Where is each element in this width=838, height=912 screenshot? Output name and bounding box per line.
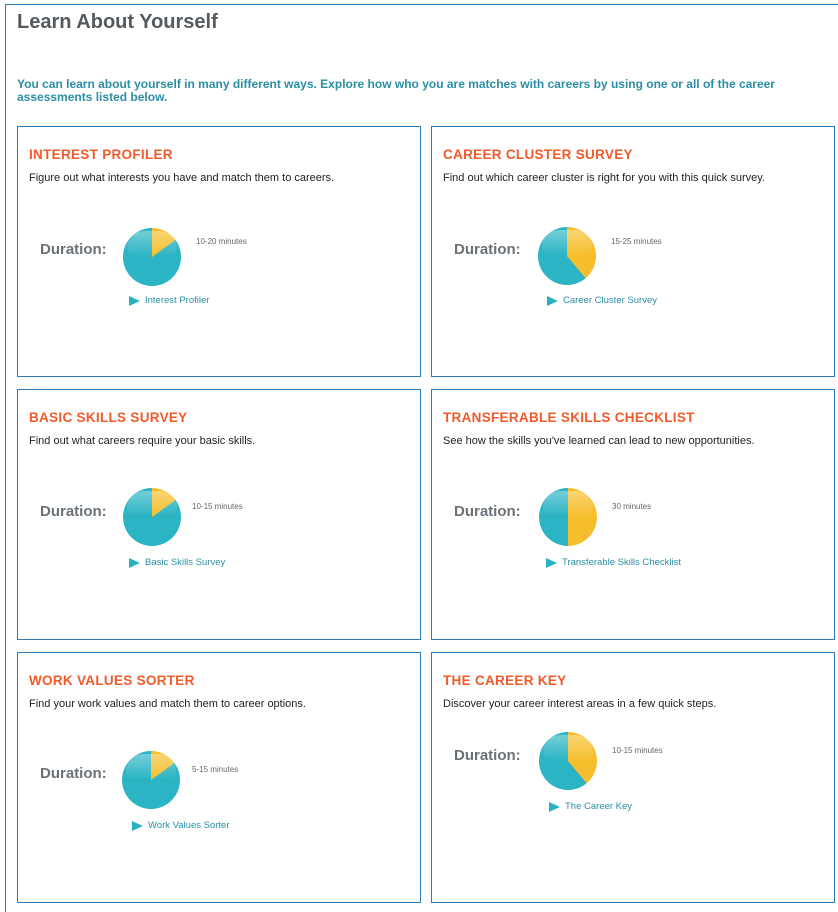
card-transferable-skills-checklist: TRANSFERABLE SKILLS CHECKLIST See how th… [431,389,835,640]
duration-value: 10-15 minutes [612,746,663,755]
duration-value: 15-25 minutes [611,237,662,246]
duration-pie-chart [122,751,180,809]
card-title: INTEREST PROFILER [29,147,173,162]
arrow-right-icon [129,557,140,568]
card-description: Figure out what interests you have and m… [29,172,335,184]
link-label: Career Cluster Survey [563,295,657,306]
duration-value: 5-15 minutes [192,765,239,774]
duration-value: 10-15 minutes [192,502,243,511]
duration-value: 30 minutes [612,502,652,511]
card-description: Find out what careers require your basic… [29,435,256,447]
arrow-right-icon [549,801,560,812]
duration-pie-chart [123,488,181,546]
duration-pie-chart [538,227,596,285]
career-cluster-survey-link[interactable]: Career Cluster Survey [547,295,657,306]
link-label: Basic Skills Survey [145,557,226,568]
the-career-key-link[interactable]: The Career Key [549,801,632,812]
card-title: CAREER CLUSTER SURVEY [443,147,633,162]
duration-pie-chart [539,488,597,546]
card-title: BASIC SKILLS SURVEY [29,410,188,425]
card-work-values-sorter: WORK VALUES SORTER Find your work values… [17,652,421,903]
link-label: Interest Profiler [145,295,210,306]
work-values-sorter-link[interactable]: Work Values Sorter [132,820,229,831]
card-title: THE CAREER KEY [443,673,567,688]
card-the-career-key: THE CAREER KEY Discover your career inte… [431,652,835,903]
card-description: See how the skills you've learned can le… [443,435,755,447]
card-basic-skills-survey: BASIC SKILLS SURVEY Find out what career… [17,389,421,640]
duration-label: Duration: [454,747,521,764]
duration-pie-chart [123,228,181,286]
arrow-right-icon [546,557,557,568]
intro-text: You can learn about yourself in many dif… [17,77,775,104]
link-label: The Career Key [565,801,633,812]
card-description: Discover your career interest areas in a… [443,698,717,710]
duration-label: Duration: [454,241,521,258]
card-description: Find out which career cluster is right f… [443,172,765,184]
duration-label: Duration: [40,241,107,258]
link-label: Transferable Skills Checklist [562,557,681,568]
arrow-right-icon [132,820,143,831]
duration-label: Duration: [40,503,107,520]
arrow-right-icon [547,295,558,306]
duration-pie-chart [539,732,597,790]
page-title: Learn About Yourself [17,11,218,33]
card-title: TRANSFERABLE SKILLS CHECKLIST [443,410,695,425]
duration-value: 10-20 minutes [196,237,247,246]
basic-skills-survey-link[interactable]: Basic Skills Survey [129,557,225,568]
card-interest-profiler: INTEREST PROFILER Figure out what intere… [17,126,421,377]
transferable-skills-checklist-link[interactable]: Transferable Skills Checklist [546,557,681,568]
duration-label: Duration: [40,765,107,782]
interest-profiler-link[interactable]: Interest Profiler [129,295,209,306]
card-description: Find your work values and match them to … [29,698,306,710]
link-label: Work Values Sorter [148,820,230,831]
card-title: WORK VALUES SORTER [29,673,195,688]
arrow-right-icon [129,295,140,306]
duration-label: Duration: [454,503,521,520]
card-career-cluster-survey: CAREER CLUSTER SURVEY Find out which car… [431,126,835,377]
